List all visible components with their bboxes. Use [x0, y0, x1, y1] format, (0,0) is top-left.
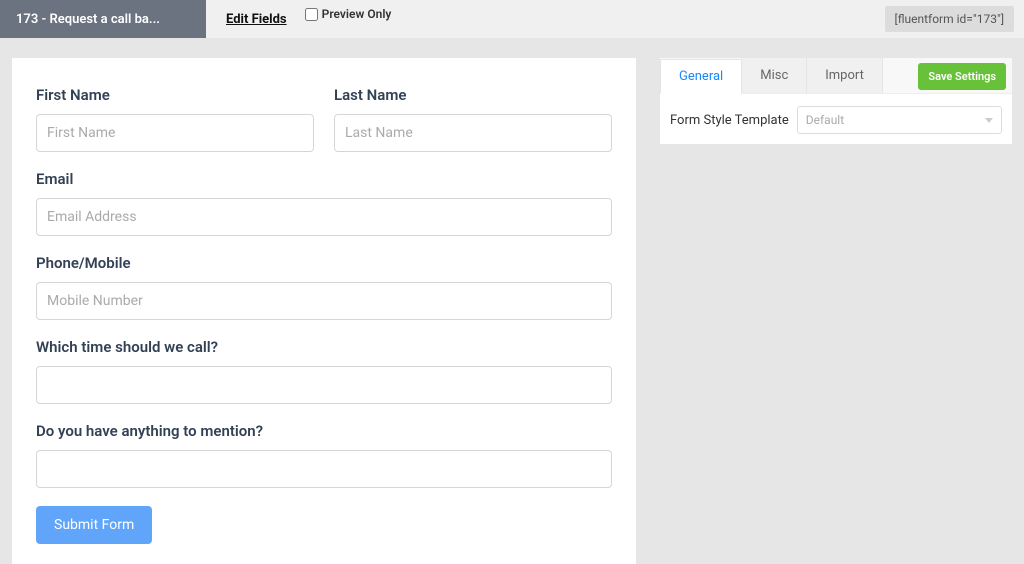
- submit-form-button[interactable]: Submit Form: [36, 506, 152, 544]
- tab-general[interactable]: General: [660, 59, 742, 94]
- form-preview-panel: First Name Last Name Email Phone/Mobile …: [12, 58, 636, 564]
- form-style-template-label: Form Style Template: [670, 113, 789, 128]
- form-style-template-row: Form Style Template Default: [660, 94, 1012, 146]
- preview-only-toggle[interactable]: Preview Only: [305, 7, 392, 21]
- content-area: First Name Last Name Email Phone/Mobile …: [0, 38, 1024, 564]
- tab-import[interactable]: Import: [807, 58, 883, 93]
- first-name-input[interactable]: [36, 114, 314, 152]
- settings-tabs-row: General Misc Import Save Settings: [660, 58, 1012, 94]
- edit-fields-link[interactable]: Edit Fields: [226, 12, 287, 27]
- mention-input[interactable]: [36, 450, 612, 488]
- call-time-label: Which time should we call?: [36, 338, 612, 356]
- phone-label: Phone/Mobile: [36, 254, 612, 272]
- chevron-down-icon: [985, 118, 993, 123]
- email-input[interactable]: [36, 198, 612, 236]
- preview-only-checkbox[interactable]: [305, 8, 318, 21]
- last-name-input[interactable]: [334, 114, 612, 152]
- first-name-label: First Name: [36, 86, 314, 104]
- tab-misc[interactable]: Misc: [742, 58, 807, 93]
- preview-only-label: Preview Only: [322, 7, 392, 21]
- last-name-label: Last Name: [334, 86, 612, 104]
- mention-label: Do you have anything to mention?: [36, 422, 612, 440]
- form-style-template-select[interactable]: Default: [797, 106, 1002, 134]
- top-bar: 173 - Request a call ba... Edit Fields P…: [0, 0, 1024, 38]
- save-settings-button[interactable]: Save Settings: [918, 63, 1006, 90]
- settings-side-panel: General Misc Import Save Settings Form S…: [660, 58, 1012, 144]
- phone-input[interactable]: [36, 282, 612, 320]
- call-time-input[interactable]: [36, 366, 612, 404]
- form-style-template-value: Default: [806, 113, 844, 127]
- shortcode-display[interactable]: [fluentform id="173"]: [885, 6, 1014, 32]
- form-title-tab[interactable]: 173 - Request a call ba...: [0, 0, 206, 38]
- email-label: Email: [36, 170, 612, 188]
